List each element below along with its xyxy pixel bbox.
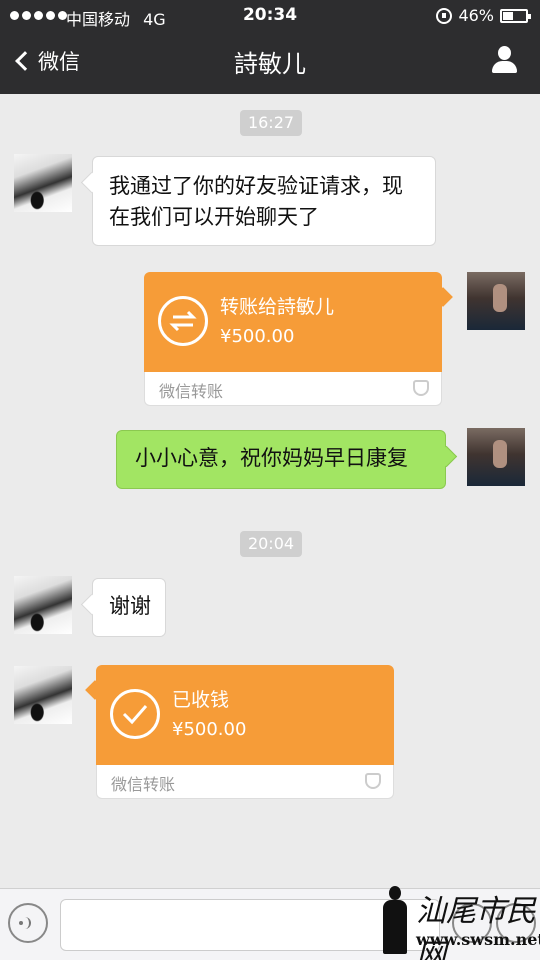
battery-icon bbox=[500, 8, 531, 23]
transfer-sent-title: 转账给詩敏儿 bbox=[220, 296, 335, 318]
transfer-sent-body: 转账给詩敏儿 ¥500.00 bbox=[144, 272, 442, 372]
shield-icon bbox=[365, 773, 381, 789]
watermark-figure-head bbox=[389, 886, 401, 900]
transfer-received-body: 已收钱 ¥500.00 bbox=[96, 665, 394, 765]
profile-body bbox=[492, 61, 517, 73]
profile-icon[interactable] bbox=[490, 46, 518, 74]
message-friend-accept[interactable]: 我通过了你的好友验证请求，现在我们可以开始聊天了 bbox=[92, 156, 436, 246]
profile-head bbox=[498, 46, 511, 60]
top-bar: 中国移动 4G 20:34 46% 微信 詩敏儿 bbox=[0, 0, 540, 94]
message-sent-text[interactable]: 小小心意，祝你妈妈早日康复 bbox=[116, 430, 446, 489]
status-bar: 中国移动 4G 20:34 46% bbox=[0, 0, 540, 32]
my-avatar[interactable] bbox=[467, 428, 525, 486]
transfer-arrows-icon bbox=[158, 296, 208, 346]
voice-icon[interactable] bbox=[8, 903, 48, 943]
transfer-received-card[interactable]: 已收钱 ¥500.00 微信转账 bbox=[96, 665, 394, 799]
nav-bar: 微信 詩敏儿 bbox=[0, 32, 540, 94]
my-avatar[interactable] bbox=[467, 272, 525, 330]
transfer-received-footer: 微信转账 bbox=[96, 765, 394, 799]
shield-icon bbox=[413, 380, 429, 396]
timestamp-chip: 16:27 bbox=[240, 110, 302, 136]
transfer-received-footer-label: 微信转账 bbox=[111, 775, 176, 794]
transfer-received-title: 已收钱 bbox=[172, 689, 230, 711]
chat-title: 詩敏儿 bbox=[234, 50, 306, 78]
site-watermark: 汕尾市民网 www.swsm.net bbox=[376, 880, 540, 960]
transfer-sent-amount: ¥500.00 bbox=[220, 326, 295, 347]
watermark-url: www.swsm.net bbox=[416, 930, 540, 949]
friend-avatar[interactable] bbox=[14, 576, 72, 634]
transfer-sent-footer-label: 微信转账 bbox=[159, 382, 224, 401]
message-thanks[interactable]: 谢谢 bbox=[92, 578, 166, 637]
transfer-sent-footer: 微信转账 bbox=[144, 372, 442, 406]
friend-avatar[interactable] bbox=[14, 666, 72, 724]
rotation-lock-icon bbox=[436, 7, 453, 24]
transfer-received-amount: ¥500.00 bbox=[172, 719, 247, 740]
friend-avatar[interactable] bbox=[14, 154, 72, 212]
watermark-figure-logo bbox=[380, 886, 410, 954]
watermark-figure-body bbox=[383, 900, 407, 954]
transfer-sent-card[interactable]: 转账给詩敏儿 ¥500.00 微信转账 bbox=[144, 272, 442, 406]
status-right: 46% bbox=[436, 6, 531, 25]
timestamp-chip: 20:04 bbox=[240, 531, 302, 557]
check-circle-icon bbox=[110, 689, 160, 739]
battery-percent: 46% bbox=[458, 6, 494, 25]
battery-fill bbox=[503, 11, 513, 20]
